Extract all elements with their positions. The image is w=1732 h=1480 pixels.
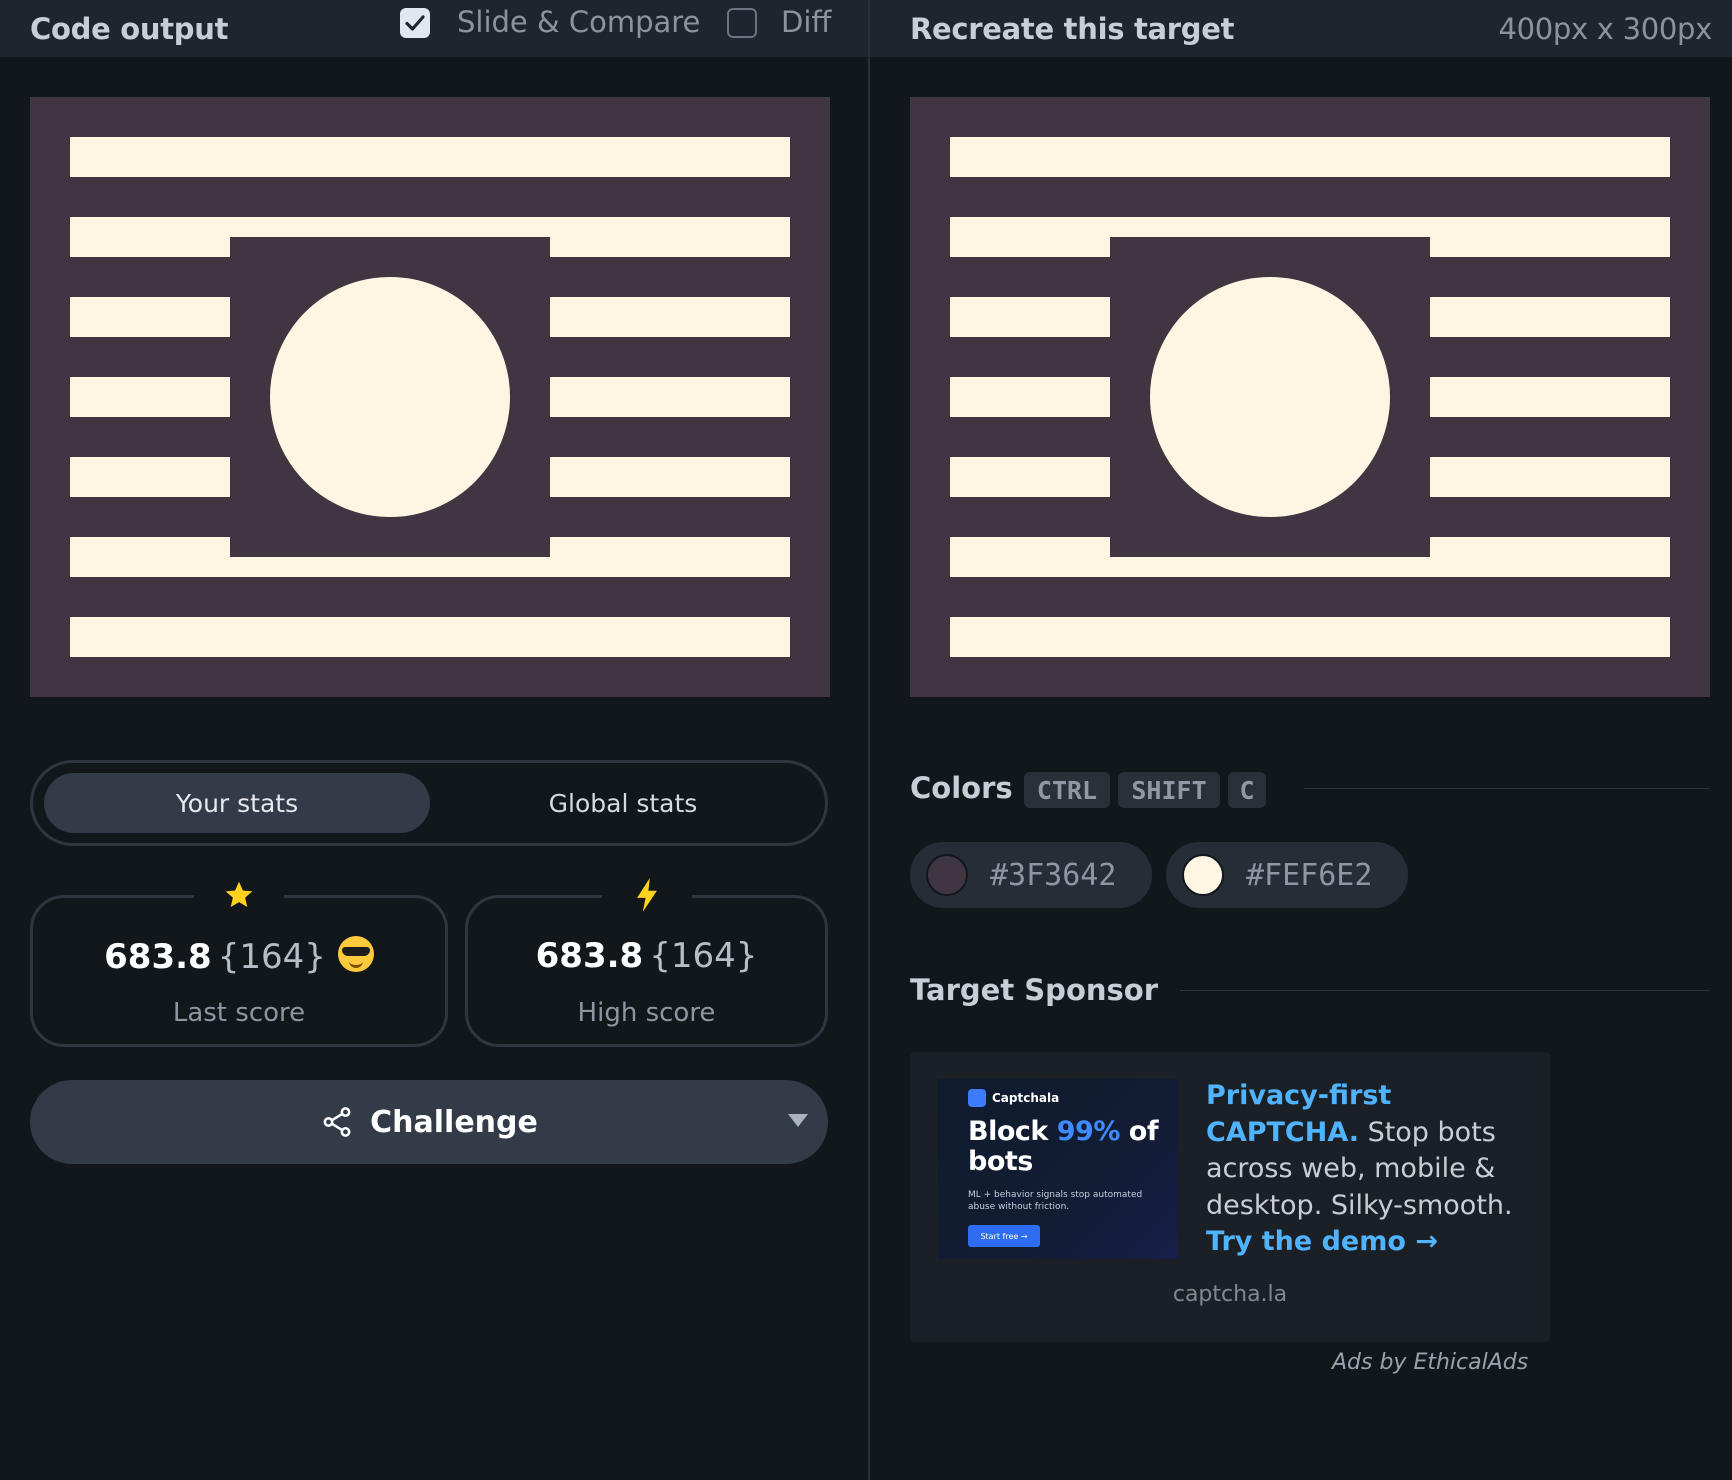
colors-rule: [1304, 788, 1710, 789]
last-score-number: 683.8: [104, 937, 212, 977]
chevron-down-icon[interactable]: [788, 1114, 808, 1127]
slide-compare-checkbox[interactable]: [400, 8, 430, 38]
code-output-title: Code output: [30, 11, 229, 46]
stripe-1: [70, 137, 790, 177]
kbd-shift: SHIFT: [1118, 772, 1220, 808]
star-icon: [194, 870, 284, 920]
ad-brand: Captchala: [968, 1089, 1059, 1107]
color-chip-light[interactable]: #FEF6E2: [1166, 842, 1408, 908]
share-icon: [323, 1107, 351, 1137]
high-score-number: 683.8: [535, 936, 644, 976]
kbd-c: C: [1228, 772, 1266, 808]
target-toolbar: Recreate this target 400px x 300px: [870, 0, 1732, 57]
target-canvas: [910, 97, 1710, 697]
high-score-label: High score: [577, 998, 716, 1028]
last-score-value: 683.8 {164}: [33, 936, 445, 977]
ad-fine-print: ML + behavior signals stop automated abu…: [968, 1190, 1143, 1212]
color-chip-dark[interactable]: #3F3642: [910, 842, 1152, 908]
ad-image[interactable]: Captchala Block 99% of bots ML + behavio…: [938, 1079, 1178, 1259]
ad-headline-pre: Block: [968, 1116, 1057, 1147]
captchala-logo-icon: [968, 1089, 986, 1107]
diff-label[interactable]: Diff: [781, 5, 831, 39]
ad-start-free-button[interactable]: Start free →: [968, 1225, 1040, 1247]
target-center-circle: [1150, 277, 1390, 517]
code-output-panel: Code output Slide & Compare Diff Your st…: [0, 0, 868, 1480]
lightning-icon: [601, 870, 692, 920]
checkmark-icon: [405, 15, 425, 31]
ad-headline: Block 99% of bots: [968, 1117, 1168, 1177]
ad-brand-name: Captchala: [992, 1091, 1060, 1105]
ethicalads-link[interactable]: Ads by EthicalAds: [1332, 1350, 1528, 1375]
target-panel: Recreate this target 400px x 300px Color…: [870, 0, 1732, 1480]
last-score-chars: {164}: [217, 937, 326, 977]
high-score-chars: {164}: [649, 936, 758, 976]
stripe-7: [70, 617, 790, 657]
last-score-card: 683.8 {164} Last score: [30, 870, 448, 1047]
sponsor-title: Target Sponsor: [910, 973, 1159, 1007]
target-dimensions: 400px x 300px: [1498, 11, 1712, 46]
ad-domain[interactable]: captcha.la: [910, 1282, 1550, 1307]
center-circle: [270, 277, 510, 517]
kbd-ctrl: CTRL: [1024, 772, 1110, 808]
diff-checkbox[interactable]: [727, 8, 757, 38]
high-score-card: 683.8 {164} High score: [465, 870, 828, 1047]
target-stripe-1: [950, 137, 1670, 177]
ad-copy[interactable]: Privacy-first CAPTCHA. Stop bots across …: [1206, 1078, 1526, 1261]
challenge-button[interactable]: Challenge: [30, 1080, 828, 1164]
ad-headline-highlight: 99%: [1056, 1116, 1121, 1147]
tab-your-stats[interactable]: Your stats: [44, 773, 430, 833]
challenge-label: Challenge: [370, 1104, 538, 1140]
swatch-light-hex: #FEF6E2: [1246, 857, 1373, 893]
slide-compare-label[interactable]: Slide & Compare: [457, 5, 700, 39]
colors-title: Colors: [910, 771, 1013, 805]
high-score-value: 683.8 {164}: [468, 936, 825, 976]
code-output-canvas[interactable]: [30, 97, 830, 697]
sunglasses-emoji-icon: [337, 936, 374, 972]
sponsor-rule: [1180, 990, 1710, 991]
ad-try-demo-link[interactable]: Try the demo →: [1206, 1226, 1438, 1257]
code-output-toolbar: Code output Slide & Compare Diff: [0, 0, 868, 57]
last-score-label: Last score: [172, 998, 306, 1028]
swatch-dark-hex: #3F3642: [990, 857, 1117, 893]
target-title: Recreate this target: [910, 11, 1235, 46]
swatch-dark: [926, 854, 968, 896]
sponsor-ad[interactable]: Captchala Block 99% of bots ML + behavio…: [910, 1052, 1550, 1342]
tab-global-stats[interactable]: Global stats: [430, 773, 816, 833]
target-stripe-7: [950, 617, 1670, 657]
stats-tab-switch: Your stats Global stats: [30, 760, 828, 846]
swatch-light: [1182, 854, 1224, 896]
